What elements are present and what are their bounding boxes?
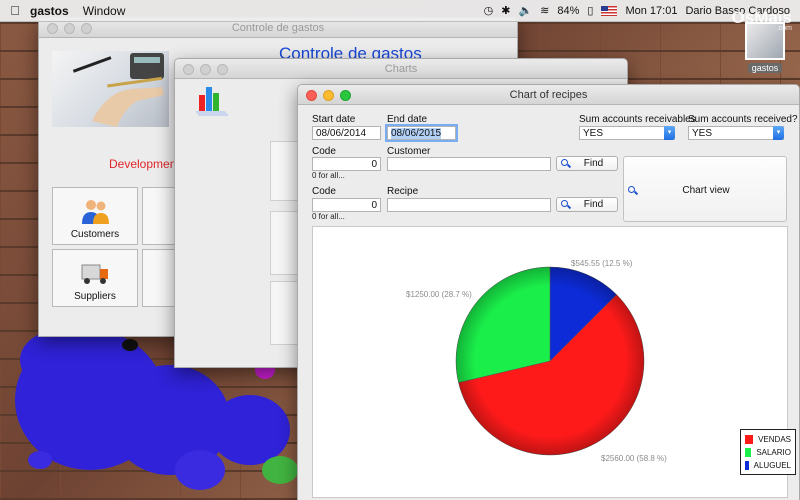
menu-bar:  gastos Window ◷ ✱ 🔈 ≋ 84% ▯ Mon 17:01 … bbox=[0, 0, 800, 22]
chevron-down-icon: ▾ bbox=[773, 126, 784, 140]
sum-received-label: Sum accounts received? bbox=[688, 114, 798, 125]
customer-code-field[interactable]: 0 bbox=[312, 157, 381, 171]
search-icon bbox=[561, 159, 570, 168]
desktop-icon-label: gastos bbox=[747, 63, 783, 73]
end-date-value: 08/06/2015 bbox=[391, 128, 442, 139]
minimize-button[interactable] bbox=[64, 23, 75, 34]
find-recipe-button[interactable]: Find bbox=[556, 197, 618, 212]
legend-label: VENDAS bbox=[758, 435, 791, 444]
titlebar[interactable]: Charts bbox=[175, 59, 627, 79]
flag-icon[interactable] bbox=[601, 5, 618, 16]
apple-menu-icon[interactable]:  bbox=[0, 3, 30, 18]
panel-slot-2[interactable] bbox=[270, 211, 300, 275]
code-label: Code bbox=[312, 146, 336, 157]
legend-swatch bbox=[745, 448, 752, 457]
panel-slot-1[interactable] bbox=[270, 141, 300, 201]
code-label-2: Code bbox=[312, 186, 336, 197]
end-date-field[interactable]: 08/06/2015 bbox=[387, 126, 456, 140]
recipe-code-hint: 0 for all... bbox=[312, 212, 345, 221]
legend-label: ALUGUEL bbox=[753, 461, 791, 470]
menu-app-name[interactable]: gastos bbox=[30, 4, 69, 18]
volume-icon[interactable]: 🔈 bbox=[518, 4, 532, 17]
customer-code-hint: 0 for all... bbox=[312, 171, 345, 180]
chevron-down-icon: ▾ bbox=[664, 126, 675, 140]
suppliers-button[interactable]: Suppliers bbox=[52, 249, 138, 307]
slice-label-aluguel: $545.55 (12.5 %) bbox=[571, 259, 633, 268]
minimize-button[interactable] bbox=[323, 90, 334, 101]
panel-slot-3[interactable] bbox=[270, 281, 300, 345]
legend-item: VENDAS bbox=[745, 433, 791, 446]
legend-label: SALARIO bbox=[756, 448, 791, 457]
sum-receivables-select[interactable]: YES ▾ bbox=[579, 126, 675, 140]
menu-window[interactable]: Window bbox=[83, 4, 126, 18]
search-icon bbox=[561, 200, 570, 209]
sum-receivables-label: Sum accounts receivables bbox=[579, 114, 696, 125]
sum-received-value: YES bbox=[692, 128, 713, 139]
development-label: Development bbox=[109, 157, 180, 171]
window-controls bbox=[47, 23, 92, 34]
start-date-label: Start date bbox=[312, 114, 356, 125]
legend-swatch bbox=[745, 461, 749, 470]
window-chart-of-recipes: Chart of recipes Start date 08/06/2014 E… bbox=[297, 84, 800, 500]
recipe-label: Recipe bbox=[387, 186, 419, 197]
sum-received-select[interactable]: YES ▾ bbox=[688, 126, 784, 140]
legend-swatch bbox=[745, 435, 754, 444]
close-button[interactable] bbox=[47, 23, 58, 34]
titlebar[interactable]: Chart of recipes bbox=[298, 85, 799, 105]
chart-area: $2560.00 (58.8 %) $1250.00 (28.7 %) $545… bbox=[312, 226, 796, 498]
window-controls bbox=[183, 64, 228, 75]
end-date-label: End date bbox=[387, 114, 428, 125]
chart-legend: VENDAS SALARIO ALUGUEL bbox=[740, 429, 796, 475]
window-title: Charts bbox=[384, 62, 418, 75]
slice-label-vendas: $2560.00 (58.8 %) bbox=[601, 454, 667, 463]
customer-label: Customer bbox=[387, 146, 431, 157]
clock[interactable]: Mon 17:01 bbox=[625, 5, 677, 17]
find-label: Find bbox=[583, 158, 604, 169]
zoom-button[interactable] bbox=[81, 23, 92, 34]
truck-icon bbox=[81, 264, 108, 284]
window-controls bbox=[306, 90, 351, 101]
pen-calculator-image bbox=[72, 53, 164, 127]
bluetooth-icon[interactable]: ✱ bbox=[501, 4, 510, 17]
pie-chart bbox=[455, 266, 645, 456]
chart-view-button[interactable]: Chart view bbox=[623, 156, 787, 222]
zoom-button[interactable] bbox=[340, 90, 351, 101]
legend-item: SALARIO bbox=[745, 446, 791, 459]
header-photo bbox=[52, 51, 169, 127]
recipe-code-field[interactable]: 0 bbox=[312, 198, 381, 212]
legend-item: ALUGUEL bbox=[745, 459, 791, 472]
start-date-field[interactable]: 08/06/2014 bbox=[312, 126, 381, 140]
window-title: Chart of recipes bbox=[509, 88, 588, 101]
watermark-logo: OsMais .com bbox=[731, 8, 792, 32]
zoom-button[interactable] bbox=[217, 64, 228, 75]
find-label: Find bbox=[583, 199, 604, 210]
recipe-field[interactable] bbox=[387, 198, 551, 212]
customer-field[interactable] bbox=[387, 157, 551, 171]
start-date-value: 08/06/2014 bbox=[316, 128, 367, 139]
wifi-icon[interactable]: ≋ bbox=[540, 4, 549, 17]
sum-receivables-value: YES bbox=[583, 128, 604, 139]
customers-button[interactable]: Customers bbox=[52, 187, 138, 245]
pie-shading bbox=[456, 267, 644, 455]
suppliers-label: Suppliers bbox=[74, 291, 116, 302]
close-button[interactable] bbox=[306, 90, 317, 101]
window-title: Controle de gastos bbox=[231, 21, 325, 34]
slice-label-salario: $1250.00 (28.7 %) bbox=[406, 290, 472, 299]
battery-icon[interactable]: ▯ bbox=[587, 4, 593, 17]
bar-chart-icon bbox=[195, 87, 229, 116]
customers-label: Customers bbox=[70, 229, 120, 240]
minimize-button[interactable] bbox=[200, 64, 211, 75]
battery-percent[interactable]: 84% bbox=[557, 5, 579, 17]
close-button[interactable] bbox=[183, 64, 194, 75]
find-customer-button[interactable]: Find bbox=[556, 156, 618, 171]
time-machine-icon[interactable]: ◷ bbox=[484, 4, 494, 17]
chart-view-label: Chart view bbox=[682, 185, 730, 196]
customers-icon bbox=[82, 200, 109, 224]
